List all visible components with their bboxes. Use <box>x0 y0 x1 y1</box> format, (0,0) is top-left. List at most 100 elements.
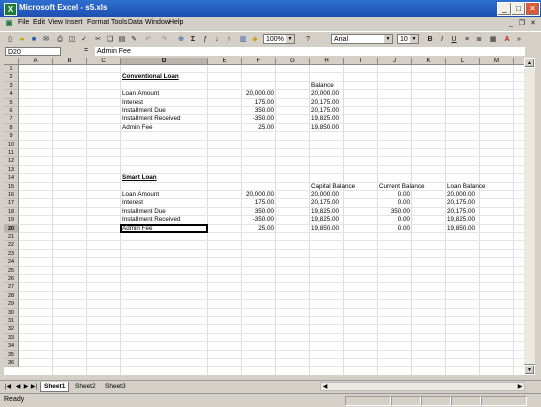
worksheet-grid[interactable]: ABCDEFGHIJKLMN12345678910111213141516171… <box>4 58 524 375</box>
row-header-24[interactable]: 24 <box>4 258 19 267</box>
cell-j18[interactable]: 350.00 <box>379 208 410 216</box>
row-header-34[interactable]: 34 <box>4 342 19 351</box>
sheet-tab-3[interactable]: Sheet3 <box>102 382 129 391</box>
cell-j15[interactable]: Current Balance <box>379 183 425 191</box>
vertical-scrollbar[interactable]: ▲ ▼ <box>524 58 535 375</box>
sort-descending-icon[interactable]: ↑ <box>223 34 235 46</box>
row-header-32[interactable]: 32 <box>4 325 19 334</box>
cell-h6[interactable]: 20,175.00 <box>311 107 342 115</box>
cell-d6[interactable]: Installment Due <box>122 107 206 115</box>
minimize-button[interactable]: _ <box>497 2 512 16</box>
cell-h5[interactable]: 20,175.00 <box>311 99 342 107</box>
row-header-12[interactable]: 12 <box>4 157 19 166</box>
row-header-28[interactable]: 28 <box>4 291 19 301</box>
cell-d14[interactable]: Smart Loan <box>122 174 206 182</box>
cell-h7[interactable]: 19,825.00 <box>311 115 342 123</box>
chart-wizard-icon[interactable]: ▥ <box>237 34 249 46</box>
close-button[interactable]: ✕ <box>525 2 540 16</box>
email-icon[interactable]: ✉ <box>40 34 52 46</box>
autosum-icon[interactable]: Σ <box>187 34 199 46</box>
cell-l16[interactable]: 20,000.00 <box>447 191 478 199</box>
row-header-17[interactable]: 17 <box>4 199 19 208</box>
first-sheet-icon[interactable]: |◀ <box>4 383 12 391</box>
row-header-11[interactable]: 11 <box>4 149 19 158</box>
cell-j20[interactable]: 0.00 <box>379 225 410 233</box>
row-header-16[interactable]: 16 <box>4 191 19 200</box>
horizontal-scrollbar[interactable]: ◀ ▶ <box>320 382 525 391</box>
menu-help[interactable]: Help <box>169 19 183 26</box>
hyperlink-icon[interactable]: ⊕ <box>175 34 187 46</box>
column-header-m[interactable]: M <box>480 58 514 65</box>
function-icon[interactable]: ƒ <box>199 34 211 46</box>
column-header-h[interactable]: H <box>310 58 344 65</box>
column-header-j[interactable]: J <box>378 58 412 65</box>
active-cell-selection[interactable] <box>120 223 208 233</box>
cell-d17[interactable]: Interest <box>122 199 206 207</box>
cell-d18[interactable]: Installment Due <box>122 208 206 216</box>
column-header-l[interactable]: L <box>446 58 480 65</box>
menu-file[interactable]: File <box>18 19 29 26</box>
font-size-dropdown[interactable]: 10 ▼ <box>397 34 419 44</box>
cell-f7[interactable]: -350.00 <box>243 115 274 123</box>
paste-icon[interactable]: ▤ <box>116 34 128 46</box>
column-header-i[interactable]: I <box>344 58 378 65</box>
cell-d2[interactable]: Conventional Loan <box>122 73 206 81</box>
row-header-30[interactable]: 30 <box>4 308 19 317</box>
underline-button[interactable]: U <box>448 34 460 46</box>
drawing-icon[interactable]: ◆ <box>249 34 261 46</box>
select-all-corner[interactable] <box>4 58 19 65</box>
cell-f20[interactable]: 25.00 <box>243 225 274 233</box>
row-header-26[interactable]: 26 <box>4 275 19 284</box>
cell-d4[interactable]: Loan Amount <box>122 90 206 98</box>
open-icon[interactable]: ▰ <box>16 34 28 46</box>
cell-f8[interactable]: 25.00 <box>243 124 274 132</box>
column-header-k[interactable]: K <box>412 58 446 65</box>
menu-tools[interactable]: Tools <box>111 19 127 26</box>
cut-icon[interactable]: ✂ <box>92 34 104 46</box>
align-left-icon[interactable]: ≡ <box>461 34 473 46</box>
undo-icon[interactable]: ↶ <box>142 34 154 46</box>
row-header-2[interactable]: 2 <box>4 73 19 82</box>
redo-icon[interactable]: ↷ <box>158 34 170 46</box>
menu-data[interactable]: Data <box>128 19 143 26</box>
cell-f16[interactable]: 20,000.00 <box>243 191 274 199</box>
cell-j19[interactable]: 0.00 <box>379 216 410 224</box>
row-header-10[interactable]: 10 <box>4 140 19 149</box>
row-header-35[interactable]: 35 <box>4 350 19 359</box>
scroll-right-icon[interactable]: ▶ <box>516 383 524 391</box>
cell-h15[interactable]: Capital Balance <box>311 183 355 191</box>
toolbar-options-icon[interactable]: » <box>513 34 525 46</box>
row-header-13[interactable]: 13 <box>4 165 19 175</box>
sheet-tab-2[interactable]: Sheet2 <box>72 382 99 391</box>
row-header-29[interactable]: 29 <box>4 300 19 309</box>
cell-h4[interactable]: 20,000.00 <box>311 90 342 98</box>
new-icon[interactable]: ▯ <box>4 34 16 46</box>
bold-button[interactable]: B <box>424 34 436 46</box>
next-sheet-icon[interactable]: ▶ <box>22 383 30 391</box>
column-header-f[interactable]: F <box>242 58 276 65</box>
row-header-25[interactable]: 25 <box>4 266 19 275</box>
cell-j16[interactable]: 0.00 <box>379 191 410 199</box>
row-header-8[interactable]: 8 <box>4 123 19 133</box>
column-header-a[interactable]: A <box>19 58 53 65</box>
scroll-up-icon[interactable]: ▲ <box>524 58 535 68</box>
row-header-22[interactable]: 22 <box>4 241 19 250</box>
row-header-33[interactable]: 33 <box>4 333 19 343</box>
cell-h16[interactable]: 20,000.00 <box>311 191 342 199</box>
doc-close-icon[interactable]: ✕ <box>527 18 539 30</box>
cell-l20[interactable]: 19,850.00 <box>447 225 478 233</box>
cell-j17[interactable]: 0.00 <box>379 199 410 207</box>
sort-ascending-icon[interactable]: ↓ <box>211 34 223 46</box>
last-sheet-icon[interactable]: ▶| <box>30 383 38 391</box>
cell-h18[interactable]: 19,825.00 <box>311 208 342 216</box>
help-icon[interactable]: ? <box>302 34 314 46</box>
scroll-down-icon[interactable]: ▼ <box>524 365 535 375</box>
row-header-20[interactable]: 20 <box>4 224 19 233</box>
workbook-icon[interactable]: ▣ <box>3 18 15 30</box>
cell-l19[interactable]: 19,825.00 <box>447 216 478 224</box>
menu-insert[interactable]: Insert <box>65 19 83 26</box>
row-header-36[interactable]: 36 <box>4 359 19 368</box>
row-header-21[interactable]: 21 <box>4 233 19 242</box>
row-header-27[interactable]: 27 <box>4 283 19 292</box>
column-header-c[interactable]: C <box>87 58 121 65</box>
